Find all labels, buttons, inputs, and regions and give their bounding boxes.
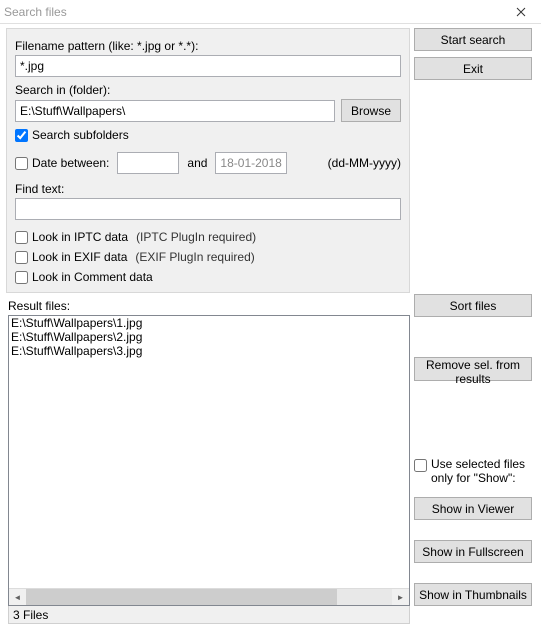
status-bar: 3 Files [8,606,410,624]
titlebar: Search files [0,0,541,24]
date-to-input[interactable] [215,152,287,174]
start-search-button[interactable]: Start search [414,28,532,51]
exif-checkbox[interactable] [15,251,28,264]
search-in-label: Search in (folder): [15,83,401,97]
remove-sel-button[interactable]: Remove sel. from results [414,357,532,381]
scroll-thumb[interactable] [26,589,337,605]
show-thumbnails-button[interactable]: Show in Thumbnails [414,583,532,606]
search-folder-input[interactable] [15,100,335,122]
find-text-label: Find text: [15,182,401,196]
list-item[interactable]: E:\Stuff\Wallpapers\3.jpg [9,344,409,358]
use-selected-label: Use selected files only for "Show": [431,457,536,485]
close-button[interactable] [501,1,541,23]
date-between-label: Date between: [32,156,109,170]
date-between-checkbox[interactable] [15,157,28,170]
horizontal-scrollbar[interactable]: ◄ ► [9,588,409,605]
iptc-checkbox[interactable] [15,231,28,244]
list-item[interactable]: E:\Stuff\Wallpapers\2.jpg [9,330,409,344]
scroll-track[interactable] [26,589,392,605]
iptc-label: Look in IPTC data [32,230,128,244]
filename-pattern-input[interactable] [15,55,401,77]
date-from-input[interactable] [117,152,179,174]
show-fullscreen-button[interactable]: Show in Fullscreen [414,540,532,563]
date-format-label: (dd-MM-yyyy) [328,156,401,170]
close-icon [516,7,526,17]
results-box: E:\Stuff\Wallpapers\1.jpg E:\Stuff\Wallp… [8,315,410,606]
results-list[interactable]: E:\Stuff\Wallpapers\1.jpg E:\Stuff\Wallp… [9,316,409,588]
exif-note: (EXIF PlugIn required) [135,250,254,264]
iptc-note: (IPTC PlugIn required) [136,230,256,244]
scroll-left-arrow[interactable]: ◄ [9,589,26,605]
use-selected-checkbox[interactable] [414,459,427,472]
window-title: Search files [4,5,501,19]
and-label: and [187,156,207,170]
scroll-right-arrow[interactable]: ► [392,589,409,605]
search-subfolders-checkbox[interactable] [15,129,28,142]
search-subfolders-label: Search subfolders [32,128,129,142]
find-text-input[interactable] [15,198,401,220]
sort-files-button[interactable]: Sort files [414,294,532,317]
comment-label: Look in Comment data [32,270,153,284]
show-viewer-button[interactable]: Show in Viewer [414,497,532,520]
browse-button[interactable]: Browse [341,99,401,122]
exit-button[interactable]: Exit [414,57,532,80]
filename-pattern-label: Filename pattern (like: *.jpg or *.*): [15,39,401,53]
result-files-label: Result files: [8,299,410,313]
list-item[interactable]: E:\Stuff\Wallpapers\1.jpg [9,316,409,330]
comment-checkbox[interactable] [15,271,28,284]
search-panel: Filename pattern (like: *.jpg or *.*): S… [6,28,410,293]
exif-label: Look in EXIF data [32,250,127,264]
